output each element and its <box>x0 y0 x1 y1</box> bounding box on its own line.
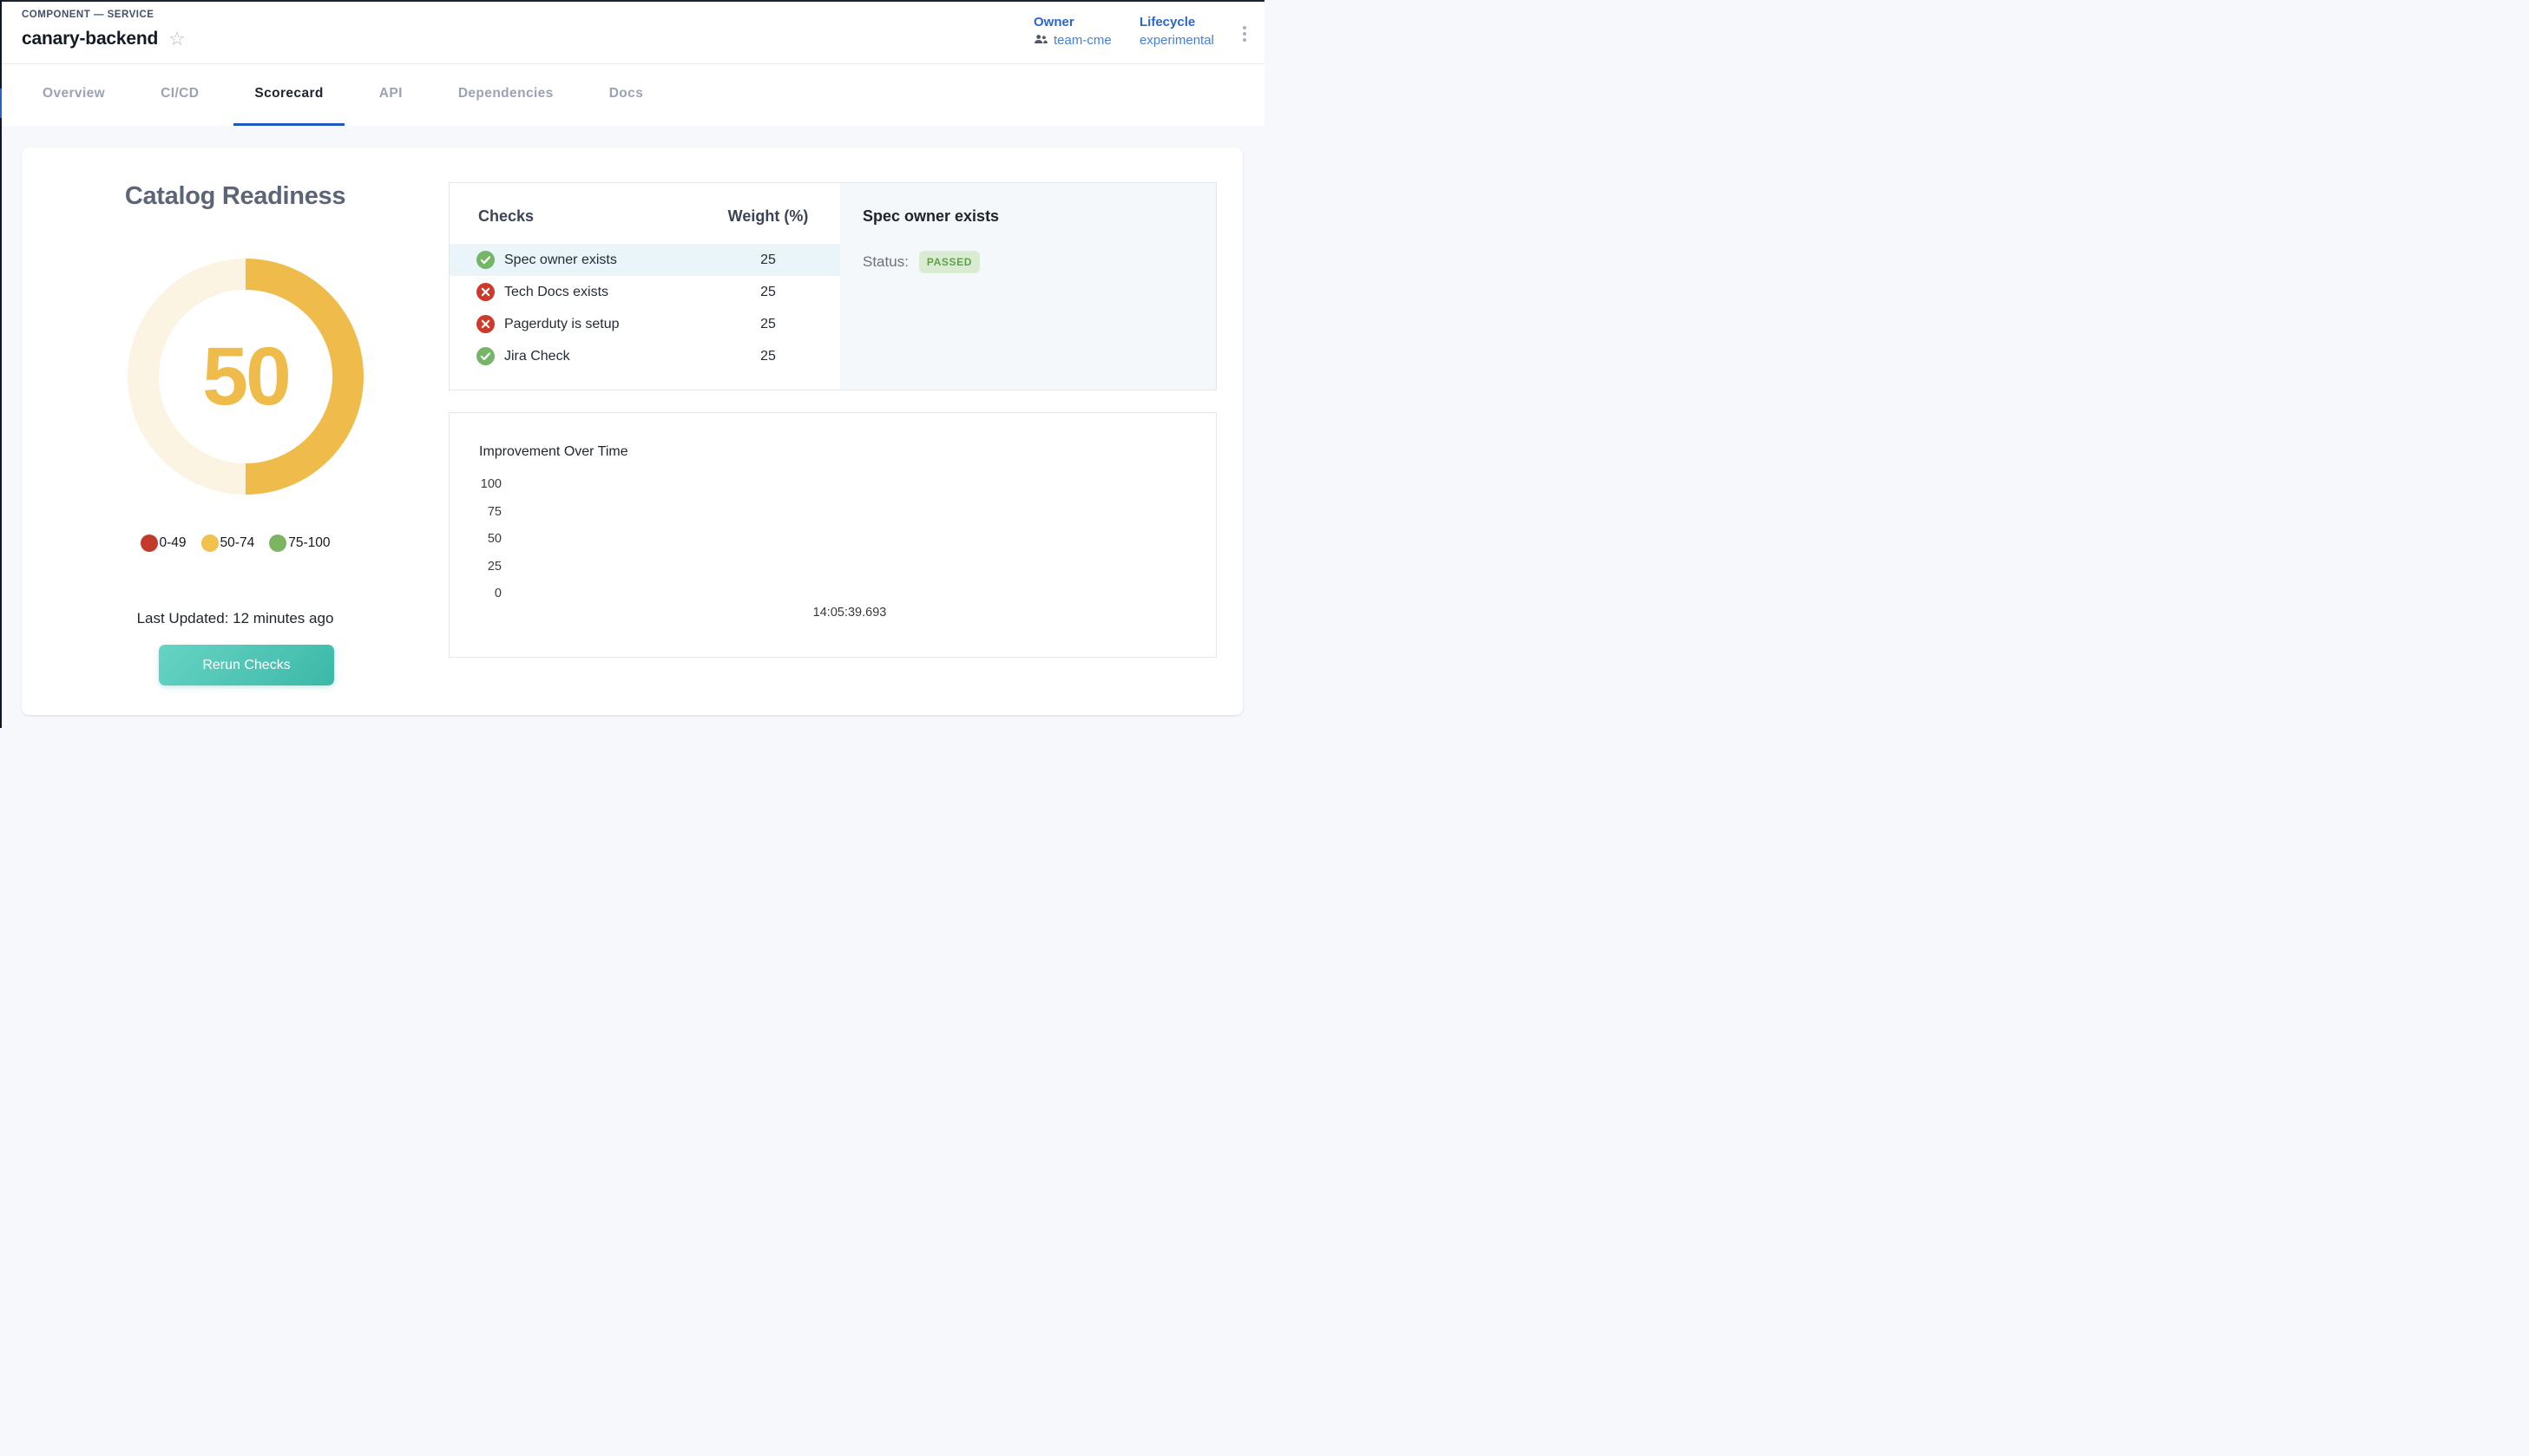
legend-item: 75-100 <box>269 535 330 552</box>
y-axis-tick: 75 <box>450 505 502 519</box>
legend-dot-icon <box>269 535 286 552</box>
x-circle-icon <box>476 283 495 301</box>
check-row[interactable]: Spec owner exists 25 <box>450 244 840 276</box>
score-gauge-hole: 50 <box>159 290 332 463</box>
y-axis-tick: 0 <box>450 587 502 600</box>
weight-column-header: Weight (%) <box>699 207 838 226</box>
y-axis-tick: 100 <box>450 477 502 491</box>
improvement-chart: Improvement Over Time 100 75 50 25 0 14:05:3… <box>449 412 1217 658</box>
legend-item: 50-74 <box>201 535 255 552</box>
kebab-menu-icon[interactable] <box>1236 22 1253 46</box>
tab-overview[interactable]: Overview <box>22 64 126 126</box>
legend-label: 50-74 <box>220 535 255 551</box>
lifecycle-label[interactable]: Lifecycle <box>1140 15 1214 30</box>
check-name: Tech Docs exists <box>504 285 608 300</box>
check-name: Jira Check <box>504 349 570 364</box>
tab-scorecard[interactable]: Scorecard <box>233 64 344 126</box>
window-edge-accent <box>0 89 2 118</box>
score-legend: 0-49 50-74 75-100 <box>22 535 449 552</box>
check-detail-panel: Spec owner exists Status: PASSED <box>840 183 1216 390</box>
tab-api[interactable]: API <box>358 64 424 126</box>
check-weight: 25 <box>699 253 838 268</box>
gauge-title: Catalog Readiness <box>22 182 449 211</box>
page-title: canary-backend <box>22 29 158 49</box>
people-icon <box>1034 33 1048 48</box>
check-row[interactable]: Tech Docs exists 25 <box>450 276 840 308</box>
status-badge: PASSED <box>919 251 980 273</box>
legend-dot-icon <box>201 535 219 552</box>
favorite-star-icon[interactable]: ☆ <box>168 30 186 49</box>
tab-ci-cd[interactable]: CI/CD <box>140 64 220 126</box>
rerun-checks-button[interactable]: Rerun Checks <box>159 645 334 685</box>
lifecycle-block: Lifecycle experimental <box>1140 15 1214 48</box>
window-top-edge <box>0 0 1264 2</box>
legend-label: 75-100 <box>288 535 330 551</box>
lifecycle-value: experimental <box>1140 33 1214 48</box>
check-weight: 25 <box>699 349 838 364</box>
check-weight: 25 <box>699 317 838 332</box>
check-detail-title: Spec owner exists <box>863 207 999 226</box>
x-circle-icon <box>476 315 495 333</box>
legend-label: 0-49 <box>160 535 187 551</box>
app-window: COMPONENT — SERVICE canary-backend ☆ Own… <box>0 0 1264 728</box>
check-row[interactable]: Pagerduty is setup 25 <box>450 308 840 340</box>
check-name: Spec owner exists <box>504 253 617 268</box>
entity-header: COMPONENT — SERVICE canary-backend ☆ Own… <box>0 0 1264 64</box>
last-updated: Last Updated: 12 minutes ago <box>22 610 449 627</box>
status-label: Status: <box>863 253 909 271</box>
checks-column-header: Checks <box>478 207 534 226</box>
x-axis-tick: 14:05:39.693 <box>813 606 887 620</box>
owner-link[interactable]: team-cme <box>1034 33 1112 48</box>
scorecard-card: Catalog Readiness 50 0-49 50-74 75-100 Las… <box>22 148 1243 715</box>
tab-docs[interactable]: Docs <box>588 64 665 126</box>
breadcrumb: COMPONENT — SERVICE <box>22 10 154 20</box>
score-value: 50 <box>202 330 289 424</box>
check-circle-icon <box>476 347 495 365</box>
owner-block: Owner team-cme <box>1034 15 1112 48</box>
check-row[interactable]: Jira Check 25 <box>450 340 840 372</box>
owner-label[interactable]: Owner <box>1034 15 1112 30</box>
check-circle-icon <box>476 251 495 269</box>
score-gauge: 50 <box>128 259 364 495</box>
tab-bar: OverviewCI/CDScorecardAPIDependenciesDoc… <box>0 64 1264 126</box>
y-axis-tick: 25 <box>450 560 502 574</box>
check-name: Pagerduty is setup <box>504 317 620 332</box>
legend-item: 0-49 <box>141 535 187 552</box>
tab-dependencies[interactable]: Dependencies <box>437 64 575 126</box>
checks-table: Checks Weight (%) Spec owner exists25Tec… <box>450 183 840 390</box>
legend-dot-icon <box>141 535 158 552</box>
y-axis-tick: 50 <box>450 532 502 546</box>
checks-panel: Checks Weight (%) Spec owner exists25Tec… <box>449 182 1217 390</box>
chart-title: Improvement Over Time <box>479 444 628 460</box>
owner-value: team-cme <box>1054 33 1112 48</box>
check-weight: 25 <box>699 285 838 300</box>
